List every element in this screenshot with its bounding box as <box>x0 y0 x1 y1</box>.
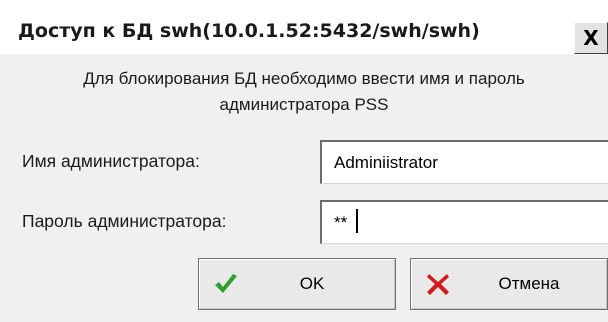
username-label: Имя администратора: <box>22 151 200 171</box>
close-icon: X <box>583 26 599 50</box>
username-input[interactable] <box>320 140 608 184</box>
text-caret <box>356 209 358 233</box>
ok-button-label: OK <box>299 274 325 293</box>
password-label: Пароль администратора: <box>22 211 227 231</box>
close-button[interactable]: X <box>574 22 608 54</box>
window-title: Доступ к БД swh(10.0.1.52:5432/swh/swh) <box>18 20 480 42</box>
password-input[interactable] <box>320 200 608 244</box>
cancel-button-label: Отмена <box>498 274 560 293</box>
instruction-message: Для блокирования БД необходимо ввести им… <box>0 66 608 118</box>
message-line-2: администратора PSS <box>219 95 389 114</box>
login-dialog: Доступ к БД swh(10.0.1.52:5432/swh/swh) … <box>0 0 608 322</box>
cancel-button[interactable]: Отмена <box>410 258 608 310</box>
message-line-1: Для блокирования БД необходимо ввести им… <box>83 69 525 88</box>
ok-button[interactable]: OK <box>198 258 396 310</box>
title-bar: Доступ к БД swh(10.0.1.52:5432/swh/swh) … <box>0 0 608 54</box>
